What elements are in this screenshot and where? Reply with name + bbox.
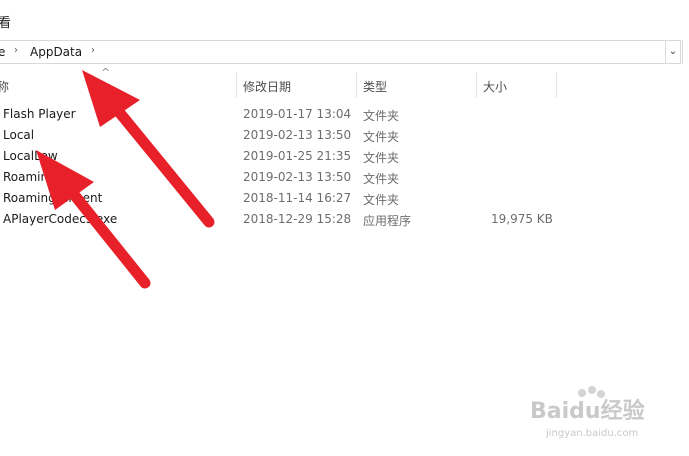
annotation-arrow-locallow [36, 150, 151, 289]
watermark-text: Baidu经验 [530, 399, 645, 424]
watermark-url: jingyan.baidu.com [546, 428, 639, 439]
annotation-arrow-appdata [82, 70, 215, 228]
